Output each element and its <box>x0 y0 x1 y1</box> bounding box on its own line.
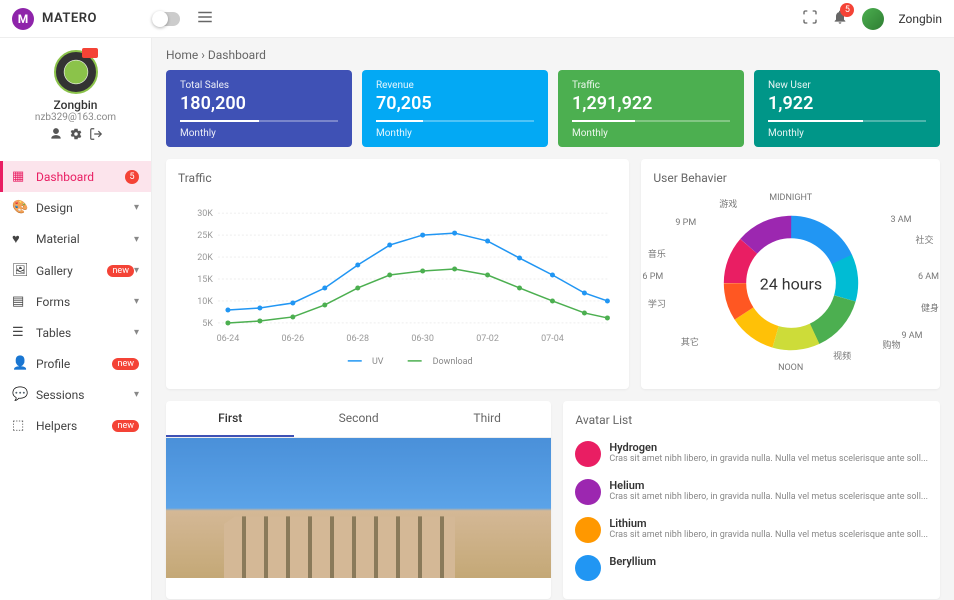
chevron-down-icon: ▾ <box>134 389 139 400</box>
chat-icon: 💬 <box>12 387 28 402</box>
progress-bar <box>180 120 338 122</box>
profile-avatar-icon[interactable] <box>54 50 98 94</box>
svg-text:06-30: 06-30 <box>411 334 434 344</box>
svg-text:24 hours: 24 hours <box>759 274 821 293</box>
tabs: First Second Third <box>166 401 551 438</box>
nav-profile[interactable]: 👤 Profile new <box>0 348 151 379</box>
profile-name: Zongbin <box>0 98 151 112</box>
avatar-icon <box>575 555 601 581</box>
heart-icon: ♥ <box>12 231 28 247</box>
nav-sessions[interactable]: 💬 Sessions ▾ <box>0 379 151 410</box>
form-icon: ▤ <box>12 294 28 309</box>
progress-bar <box>768 120 926 122</box>
main-content: Home › Dashboard Total Sales 180,200 Mon… <box>152 38 954 600</box>
theme-toggle[interactable] <box>152 12 180 26</box>
avatar-icon <box>575 441 601 467</box>
progress-bar <box>572 120 730 122</box>
palette-icon: 🎨 <box>12 200 28 215</box>
traffic-line-chart: 30K 25K 20K 15K 10K 5K 06-24 06-26 06-28 06-30… <box>178 193 617 373</box>
list-item[interactable]: LithiumCras sit amet nibh libero, in gra… <box>575 511 928 549</box>
table-icon: ☰ <box>12 325 28 340</box>
top-header: M MATERO 5 Zongbin <box>0 0 954 38</box>
svg-text:20K: 20K <box>197 253 213 263</box>
nav-dashboard[interactable]: ▦ Dashboard 5 <box>0 161 151 192</box>
logo-text: MATERO <box>42 11 97 26</box>
nav-menu: ▦ Dashboard 5 🎨 Design ▾ ♥ Material ▾ 🖼 … <box>0 161 151 441</box>
svg-text:06-24: 06-24 <box>217 334 240 344</box>
chevron-down-icon: ▾ <box>134 265 139 276</box>
user-avatar-icon[interactable] <box>862 8 884 30</box>
tabs-card: First Second Third <box>166 401 551 599</box>
nav-tables[interactable]: ☰ Tables ▾ <box>0 317 151 348</box>
logout-icon[interactable] <box>89 127 103 145</box>
breadcrumb-current: Dashboard <box>208 48 266 62</box>
user-behavior-card: User Behavier 24 hours MIDNIGHT 3 <box>641 159 940 389</box>
chevron-right-icon: › <box>201 48 208 62</box>
svg-text:Download: Download <box>433 357 473 367</box>
behavior-donut-chart: 24 hours MIDNIGHT 3 AM 社交 6 AM 健身 9 AM 购… <box>653 193 928 373</box>
breadcrumb: Home › Dashboard <box>166 48 940 62</box>
svg-text:UV: UV <box>372 357 384 367</box>
nav-design[interactable]: 🎨 Design ▾ <box>0 192 151 223</box>
nav-forms[interactable]: ▤ Forms ▾ <box>0 286 151 317</box>
list-item[interactable]: HydrogenCras sit amet nibh libero, in gr… <box>575 435 928 473</box>
nav-gallery[interactable]: 🖼 Gallery new ▾ <box>0 255 151 286</box>
dashboard-icon: ▦ <box>12 169 28 184</box>
avatar-icon <box>575 479 601 505</box>
breadcrumb-home[interactable]: Home <box>166 48 198 62</box>
nav-helpers[interactable]: ⬚ Helpers new <box>0 410 151 441</box>
person-icon: 👤 <box>12 356 28 371</box>
svg-text:06-28: 06-28 <box>346 334 369 344</box>
tab-second[interactable]: Second <box>294 401 422 437</box>
nav-material[interactable]: ♥ Material ▾ <box>0 223 151 255</box>
menu-toggle-icon[interactable] <box>196 8 214 30</box>
image-icon: 🖼 <box>12 263 28 278</box>
tab-first[interactable]: First <box>166 401 294 437</box>
traffic-chart-card: Traffic 30K25K20K 15K10K5K 06-2406-2606-… <box>166 159 629 389</box>
fullscreen-icon[interactable] <box>802 9 818 29</box>
svg-text:30K: 30K <box>197 209 213 219</box>
chevron-down-icon: ▾ <box>134 234 139 245</box>
svg-text:06-26: 06-26 <box>282 334 305 344</box>
progress-bar <box>376 120 534 122</box>
settings-icon[interactable] <box>69 127 83 145</box>
helper-icon: ⬚ <box>12 418 28 433</box>
svg-text:07-02: 07-02 <box>476 334 499 344</box>
chevron-down-icon: ▾ <box>134 327 139 338</box>
username[interactable]: Zongbin <box>898 12 942 26</box>
stat-traffic: Traffic 1,291,922 Monthly <box>558 70 744 147</box>
profile-email: nzb329@163.com <box>0 112 151 123</box>
avatar-list-card: Avatar List HydrogenCras sit amet nibh l… <box>563 401 940 599</box>
chevron-down-icon: ▾ <box>134 296 139 307</box>
profile-section: Zongbin nzb329@163.com <box>0 38 151 153</box>
logo-icon: M <box>12 8 34 30</box>
svg-text:10K: 10K <box>197 297 213 307</box>
tab-image <box>166 438 551 578</box>
logo[interactable]: M MATERO <box>12 8 152 30</box>
avatar-icon <box>575 517 601 543</box>
tab-third[interactable]: Third <box>423 401 551 437</box>
svg-text:25K: 25K <box>197 231 213 241</box>
svg-text:07-04: 07-04 <box>541 334 564 344</box>
stat-revenue: Revenue 70,205 Monthly <box>362 70 548 147</box>
sidebar: Zongbin nzb329@163.com ▦ Dashboard 5 <box>0 38 152 600</box>
notification-badge: 5 <box>840 3 854 17</box>
chevron-down-icon: ▾ <box>134 202 139 213</box>
list-item[interactable]: Beryllium <box>575 549 928 587</box>
notification-icon[interactable]: 5 <box>832 9 848 29</box>
list-item[interactable]: HeliumCras sit amet nibh libero, in grav… <box>575 473 928 511</box>
svg-text:5K: 5K <box>202 319 213 329</box>
account-icon[interactable] <box>49 127 63 145</box>
stat-new-user: New User 1,922 Monthly <box>754 70 940 147</box>
svg-text:15K: 15K <box>197 275 213 285</box>
stat-total-sales: Total Sales 180,200 Monthly <box>166 70 352 147</box>
stats-row: Total Sales 180,200 Monthly Revenue 70,2… <box>166 70 940 147</box>
